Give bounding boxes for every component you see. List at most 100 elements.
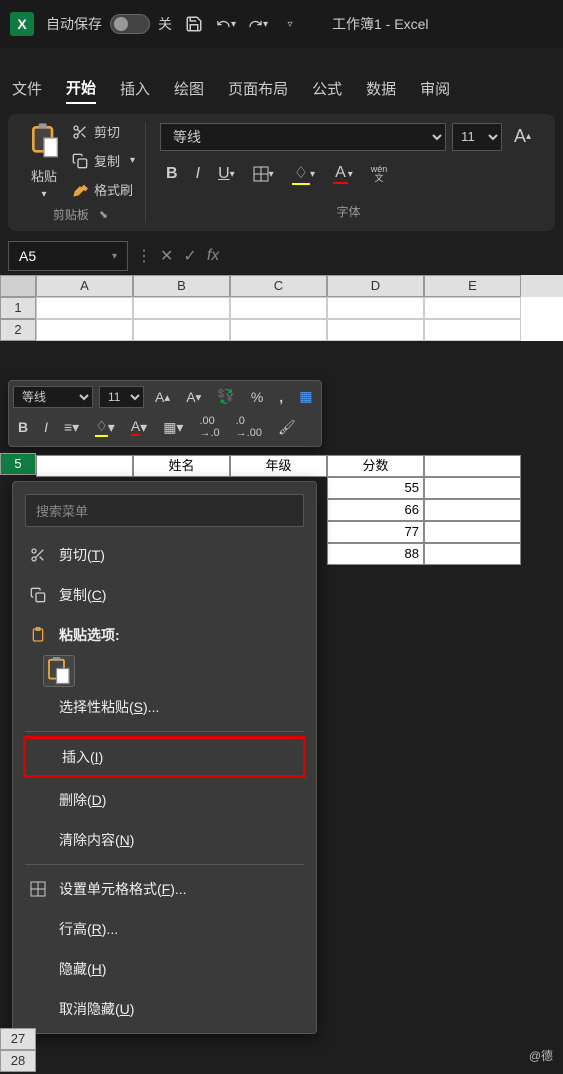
cell[interactable] (424, 297, 521, 319)
confirm-icon[interactable]: ✓ (183, 246, 196, 266)
cut-button[interactable]: 剪切 (72, 122, 135, 141)
mini-format-painter-icon[interactable]: 🖌 (273, 416, 301, 439)
col-header-b[interactable]: B (133, 275, 230, 297)
tab-home[interactable]: 开始 (66, 73, 96, 104)
format-painter-label: 格式刷 (94, 180, 133, 199)
tab-file[interactable]: 文件 (12, 74, 42, 103)
row-header[interactable]: 2 (0, 319, 36, 341)
mini-dec-decimal-icon[interactable]: .0→.00 (231, 412, 267, 442)
tab-draw[interactable]: 绘图 (174, 74, 204, 103)
mini-decrease-font-icon[interactable]: A▾ (181, 386, 206, 408)
document-title: 工作簿1 - Excel (332, 14, 428, 34)
score-cell[interactable]: 88 (327, 543, 424, 565)
selected-row-header-area: 5 (0, 453, 36, 475)
font-name-select[interactable]: 等线 (160, 123, 446, 151)
clipboard-group: 粘贴 ▾ 剪切 复制▾ 格式刷 剪贴板 ⬊ (16, 122, 146, 223)
score-cell[interactable]: 66 (327, 499, 424, 521)
cell[interactable] (230, 319, 327, 341)
font-size-select[interactable]: 11 (452, 123, 502, 151)
tab-formula[interactable]: 公式 (312, 74, 342, 103)
mini-accounting-icon[interactable]: 💱 (212, 385, 239, 408)
menu-hide[interactable]: 隐藏(H) (13, 949, 316, 989)
hide-label: 隐藏(H) (59, 959, 106, 979)
font-color-button[interactable]: A▾ (327, 160, 359, 188)
menu-format-cells[interactable]: 设置单元格格式(F)... (13, 869, 316, 909)
save-icon[interactable] (184, 14, 204, 34)
col-header-c[interactable]: C (230, 275, 327, 297)
header-name[interactable]: 姓名 (133, 455, 230, 477)
cancel-icon[interactable]: ✕ (160, 246, 173, 266)
unhide-label: 取消隐藏(U) (59, 999, 134, 1019)
autosave-toggle[interactable]: 自动保存 关 (46, 14, 172, 34)
cell[interactable] (133, 319, 230, 341)
tab-data[interactable]: 数据 (366, 74, 396, 103)
mini-size-select[interactable]: 11 (99, 386, 144, 408)
italic-button[interactable]: I (190, 161, 206, 187)
mini-inc-decimal-icon[interactable]: .00→.0 (194, 412, 224, 442)
fill-color-button[interactable]: ♢▾ (286, 159, 321, 189)
fx-icon[interactable]: fx (207, 247, 219, 265)
col-header-a[interactable]: A (36, 275, 133, 297)
cell[interactable] (327, 297, 424, 319)
mini-comma-icon[interactable]: , (274, 386, 288, 408)
ribbon-tabs: 文件 开始 插入 绘图 页面布局 公式 数据 审阅 (0, 68, 563, 108)
row-header[interactable]: 27 (0, 1028, 36, 1050)
toggle-switch[interactable] (110, 14, 150, 34)
score-cell[interactable]: 77 (327, 521, 424, 543)
copy-icon (29, 586, 47, 604)
col-header-e[interactable]: E (424, 275, 521, 297)
tab-layout[interactable]: 页面布局 (228, 74, 288, 103)
mini-increase-font-icon[interactable]: A▴ (150, 386, 175, 408)
header-score[interactable]: 分数 (327, 455, 424, 477)
menu-delete[interactable]: 删除(D) (13, 780, 316, 820)
score-cell[interactable]: 55 (327, 477, 424, 499)
header-grade[interactable]: 年级 (230, 455, 327, 477)
mini-fontcolor-button[interactable]: A▾ (126, 415, 152, 439)
row-header-selected[interactable]: 5 (0, 453, 36, 475)
cell[interactable] (133, 297, 230, 319)
menu-paste-special[interactable]: 选择性粘贴(S)... (13, 687, 316, 727)
cell[interactable] (424, 319, 521, 341)
paste-option-button[interactable] (43, 655, 75, 687)
format-painter-button[interactable]: 格式刷 (72, 180, 135, 199)
redo-icon[interactable]: ▾ (248, 14, 268, 34)
cell[interactable] (36, 297, 133, 319)
menu-separator (25, 864, 304, 865)
menu-insert[interactable]: 插入(I) (23, 736, 306, 778)
mini-border-button[interactable]: ▦▾ (158, 416, 188, 439)
dialog-launcher-icon[interactable]: ⬊ (99, 208, 108, 221)
mini-font-select[interactable]: 等线 (13, 386, 93, 408)
excel-app-icon: X (10, 12, 34, 36)
tab-insert[interactable]: 插入 (120, 74, 150, 103)
menu-copy[interactable]: 复制(C) (13, 575, 316, 615)
undo-icon[interactable]: ▾ (216, 14, 236, 34)
col-header-d[interactable]: D (327, 275, 424, 297)
qat-dropdown-icon[interactable]: ▿ (280, 14, 300, 34)
phonetic-guide-button[interactable]: wén 文 (365, 161, 394, 187)
cell[interactable] (230, 297, 327, 319)
mini-align-button[interactable]: ≡▾ (59, 416, 84, 439)
bold-button[interactable]: B (160, 161, 184, 187)
select-all-corner[interactable] (0, 275, 36, 297)
mini-fill-button[interactable]: ♢▾ (90, 415, 120, 440)
menu-row-height[interactable]: 行高(R)... (13, 909, 316, 949)
menu-clear[interactable]: 清除内容(N) (13, 820, 316, 860)
menu-unhide[interactable]: 取消隐藏(U) (13, 989, 316, 1029)
mini-bold-button[interactable]: B (13, 416, 33, 438)
cell[interactable] (327, 319, 424, 341)
underline-button[interactable]: U ▾ (212, 161, 241, 187)
menu-cut[interactable]: 剪切(T) (13, 535, 316, 575)
paste-button[interactable]: 粘贴 ▾ (26, 122, 62, 200)
mini-percent-icon[interactable]: % (246, 386, 268, 408)
cell[interactable] (36, 319, 133, 341)
mini-italic-button[interactable]: I (39, 416, 53, 438)
border-button[interactable]: ▾ (247, 162, 280, 186)
row-header[interactable]: 28 (0, 1050, 36, 1072)
menu-search-input[interactable]: 搜索菜单 (25, 494, 304, 527)
tab-review[interactable]: 审阅 (420, 74, 450, 103)
name-box[interactable]: A5 ▾ (8, 241, 128, 271)
row-header[interactable]: 1 (0, 297, 36, 319)
mini-table-icon[interactable]: ▦ (294, 385, 317, 408)
increase-font-icon[interactable]: A▴ (508, 122, 537, 151)
copy-button[interactable]: 复制▾ (72, 151, 135, 170)
